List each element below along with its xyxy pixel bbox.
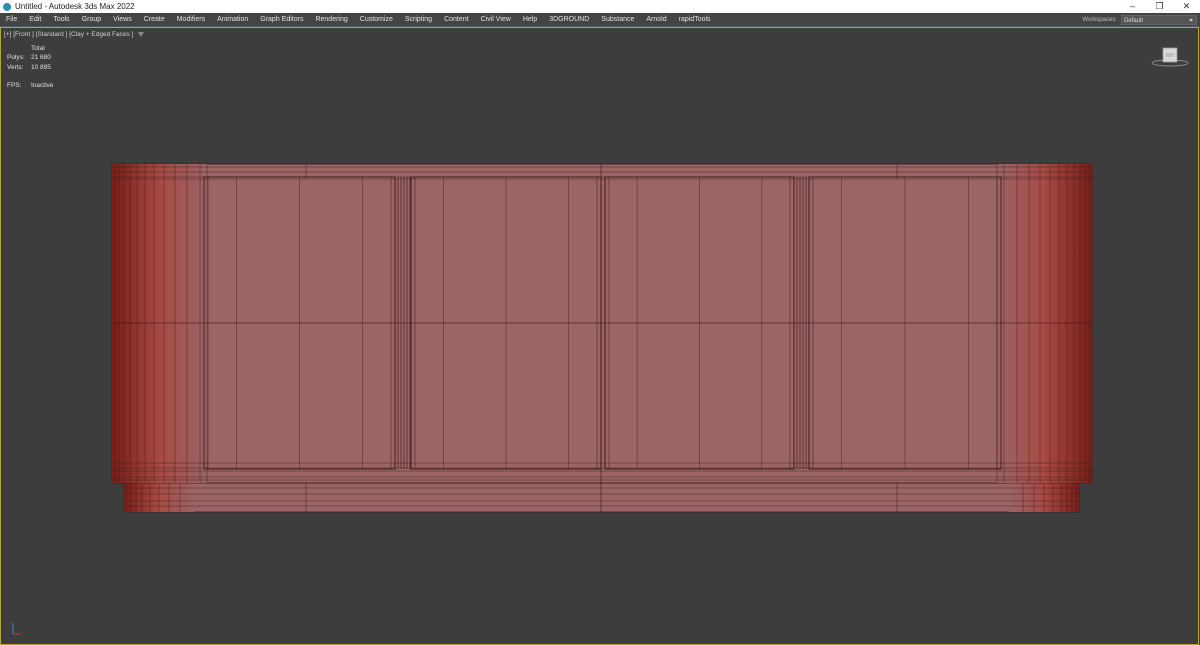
restore-button[interactable]: ❐ xyxy=(1146,0,1173,13)
menu-edit[interactable]: Edit xyxy=(23,16,47,23)
menu-tools[interactable]: Tools xyxy=(47,16,75,23)
app-logo-icon xyxy=(3,2,11,11)
menu-graph-editors[interactable]: Graph Editors xyxy=(254,16,309,23)
cabinet-model[interactable] xyxy=(1,28,1198,644)
menu-views[interactable]: Views xyxy=(107,16,138,23)
menu-customize[interactable]: Customize xyxy=(354,16,399,23)
minimize-button[interactable]: – xyxy=(1119,0,1146,13)
cabinet-body xyxy=(111,163,1093,484)
menu-bar: File Edit Tools Group Views Create Modif… xyxy=(0,13,1200,27)
title-bar: Untitled - Autodesk 3ds Max 2022 – ❐ ✕ xyxy=(0,0,1200,13)
menu-create[interactable]: Create xyxy=(138,16,171,23)
menu-rapidtools[interactable]: rapidTools xyxy=(673,16,717,23)
menu-modifiers[interactable]: Modifiers xyxy=(171,16,211,23)
menu-content[interactable]: Content xyxy=(438,16,475,23)
workspace-dropdown[interactable]: Default xyxy=(1121,14,1197,25)
menu-animation[interactable]: Animation xyxy=(211,16,254,23)
menu-rendering[interactable]: Rendering xyxy=(309,16,353,23)
window-title: Untitled - Autodesk 3ds Max 2022 xyxy=(15,2,135,11)
window-controls: – ❐ ✕ xyxy=(1119,0,1200,13)
menu-arnold[interactable]: Arnold xyxy=(640,16,672,23)
workspace-label: Workspaces: xyxy=(1082,16,1117,23)
menu-scripting[interactable]: Scripting xyxy=(399,16,438,23)
workspace-selector: Workspaces: Default xyxy=(1082,14,1197,25)
menu-substance[interactable]: Substance xyxy=(595,16,640,23)
menu-3dground[interactable]: 3DGROUND xyxy=(543,16,595,23)
cabinet-base xyxy=(123,482,1080,513)
menu-file[interactable]: File xyxy=(0,16,23,23)
menu-help[interactable]: Help xyxy=(517,16,543,23)
menu-civil-view[interactable]: Civil View xyxy=(475,16,517,23)
front-viewport[interactable]: [+] [Front ] [Standard ] [Clay + Edged F… xyxy=(0,27,1199,645)
close-button[interactable]: ✕ xyxy=(1173,0,1200,13)
menu-group[interactable]: Group xyxy=(76,16,107,23)
